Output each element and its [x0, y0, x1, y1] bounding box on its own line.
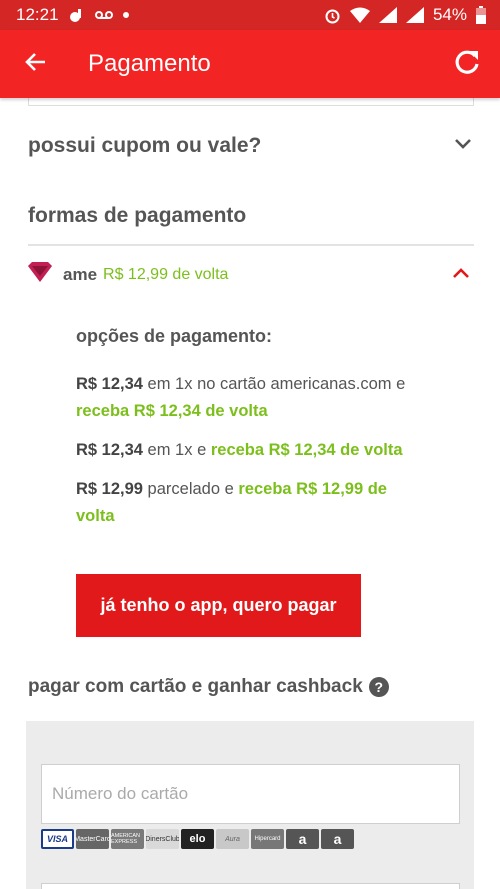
page-content: possui cupom ou vale? formas de pagament… [0, 98, 500, 889]
coupon-label: possui cupom ou vale? [28, 134, 262, 157]
chevron-down-icon [454, 137, 472, 155]
option-cashback: receba R$ 12,34 de volta [210, 441, 403, 459]
refresh-button[interactable] [434, 30, 500, 98]
voicemail-icon [94, 10, 113, 20]
battery-level: 54% [432, 5, 467, 24]
hipercard-icon: Hipercard [251, 829, 284, 849]
signal-icon-2 [405, 7, 424, 23]
visa-icon: VISA [41, 829, 74, 849]
app-bar: Pagamento [0, 30, 500, 98]
ame-brand-label: ame [63, 265, 98, 284]
notification-dot-icon [122, 12, 129, 18]
payment-option-item: R$ 12,99 parcelado e receba R$ 12,99 de … [76, 476, 426, 530]
option-price: R$ 12,34 [76, 441, 143, 459]
page-title: Pagamento [88, 50, 211, 77]
refresh-icon [453, 48, 481, 81]
next-input-field[interactable] [41, 883, 460, 889]
ame-app-pay-button[interactable]: já tenho o app, quero pagar [76, 574, 361, 637]
help-icon[interactable]: ? [368, 677, 389, 697]
status-bar: 12:21 54% [0, 0, 500, 30]
aura-icon: Aura [216, 829, 249, 849]
elo-icon: elo [181, 829, 214, 849]
card-brands: VISA MasterCard AMERICAN EXPRESS DinersC… [41, 829, 354, 849]
card-cashback-header: pagar com cartão e ganhar cashback ? [28, 676, 389, 698]
option-text: em 1x e [142, 441, 211, 459]
card-form: VISA MasterCard AMERICAN EXPRESS DinersC… [26, 721, 474, 889]
ame-payment-option[interactable]: ame R$ 12,99 de volta [26, 261, 474, 289]
payment-options-title: opções de pagamento: [76, 326, 273, 346]
option-text: parcelado e [142, 480, 239, 498]
alarm-icon [324, 7, 341, 24]
payment-methods-title: formas de pagamento [28, 204, 247, 227]
option-text: em 1x no cartão americanas.com e [142, 375, 406, 393]
mastercard-icon: MasterCard [76, 829, 109, 849]
divider [28, 244, 474, 246]
ame-logo-icon [26, 261, 54, 289]
americanas-card-icon-2: a [321, 829, 354, 849]
payment-option-item: R$ 12,34 em 1x no cartão americanas.com … [76, 371, 426, 425]
payment-options: opções de pagamento: R$ 12,34 em 1x no c… [76, 326, 426, 542]
ame-cashback-label: R$ 12,99 de volta [103, 266, 229, 283]
option-price: R$ 12,34 [76, 375, 143, 393]
previous-input-field[interactable] [28, 98, 474, 106]
wifi-icon [349, 7, 370, 23]
diners-icon: DinersClub [146, 829, 179, 849]
coupon-toggle[interactable]: possui cupom ou vale? [28, 126, 474, 166]
option-cashback: receba R$ 12,34 de volta [76, 402, 268, 420]
card-cashback-title: pagar com cartão e ganhar cashback [28, 676, 363, 697]
payment-option-item: R$ 12,34 em 1x e receba R$ 12,34 de volt… [76, 437, 426, 464]
hand-icon [69, 7, 85, 23]
card-number-input[interactable] [41, 764, 460, 824]
back-button[interactable] [0, 30, 70, 98]
arrow-left-icon [24, 51, 46, 78]
chevron-up-icon [452, 266, 470, 284]
amex-icon: AMERICAN EXPRESS [111, 829, 144, 849]
option-price: R$ 12,99 [76, 480, 143, 498]
battery-icon [476, 6, 486, 24]
signal-icon [378, 7, 397, 23]
americanas-card-icon: a [286, 829, 319, 849]
status-time: 12:21 [16, 5, 59, 24]
